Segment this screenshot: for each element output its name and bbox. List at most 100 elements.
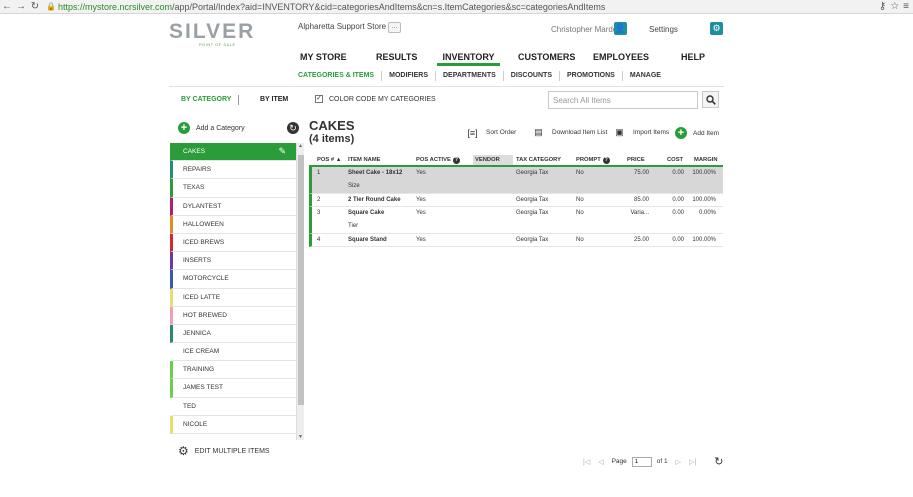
nav-inventory[interactable]: INVENTORY — [437, 50, 500, 66]
category-label: TEXAS — [183, 184, 205, 192]
color-code-option[interactable]: ✓ COLOR CODE MY CATEGORIES — [315, 95, 436, 103]
by-category-toggle[interactable]: BY CATEGORY — [181, 96, 231, 103]
subnav-manage[interactable]: MANAGE — [623, 71, 668, 81]
nav-employees[interactable]: EMPLOYEES — [593, 50, 649, 66]
category-item[interactable]: INSERTS — [170, 252, 296, 271]
color-code-checkbox[interactable]: ✓ — [315, 95, 323, 103]
edit-multiple-items-button[interactable]: ⚙ EDIT MULTIPLE ITEMS — [178, 444, 270, 458]
col-pos-active[interactable]: POS ACTIVE? — [416, 157, 460, 164]
refresh-icon[interactable]: ↻ — [287, 122, 299, 134]
url-path: /app/Portal/Index?aid=INVENTORY&cid=cate… — [172, 1, 606, 12]
cell-price: 75.00 — [633, 170, 649, 176]
nav-customers[interactable]: CUSTOMERS — [518, 50, 575, 66]
cell-tax-category: Georgia Tax — [516, 197, 549, 203]
cell-item-name: Square Stand — [348, 237, 387, 243]
search-input[interactable]: Search All Items — [548, 91, 698, 109]
sort-order-button[interactable]: [≡] Sort Order — [467, 127, 516, 138]
search-button[interactable] — [702, 91, 719, 108]
subnav-categories-items[interactable]: CATEGORIES & ITEMS — [298, 71, 383, 81]
nav-my-store[interactable]: MY STORE — [300, 50, 347, 66]
prev-page-icon[interactable]: ◁ — [598, 458, 603, 466]
logo-text: SILVER — [169, 20, 256, 43]
gear-icon: ⚙ — [178, 444, 189, 458]
scroll-up-icon[interactable]: ▲ — [298, 143, 303, 149]
category-item[interactable]: REPAIRS — [170, 161, 296, 180]
col-margin[interactable]: MARGIN — [694, 157, 718, 163]
nav-results[interactable]: RESULTS — [376, 50, 417, 66]
subnav-promotions[interactable]: PROMOTIONS — [560, 71, 623, 81]
help-icon[interactable]: ? — [452, 157, 460, 164]
cell-tax-category: Georgia Tax — [516, 237, 549, 243]
category-item[interactable]: NICOLE — [170, 415, 296, 434]
divider — [169, 86, 724, 87]
scroll-down-icon[interactable]: ▼ — [298, 434, 303, 440]
subnav-discounts[interactable]: DISCOUNTS — [504, 71, 560, 81]
subnav-modifiers[interactable]: MODIFIERS — [382, 71, 436, 81]
category-label: HALLOWEEN — [183, 220, 224, 228]
cell-pos: 2 — [317, 197, 321, 203]
category-item[interactable]: ICED LATTE — [170, 288, 296, 307]
col-prompt[interactable]: PROMPT? — [576, 157, 610, 164]
category-item[interactable]: JAMES TEST — [170, 379, 296, 398]
col-item-name[interactable]: ITEM NAME — [348, 157, 381, 163]
category-item[interactable]: CAKES ✎ — [170, 143, 296, 162]
category-label: INSERTS — [183, 257, 212, 265]
reload-icon[interactable]: ↻ — [714, 455, 723, 468]
add-category-button[interactable]: + Add a Category — [178, 122, 245, 134]
table-row[interactable]: 22 Tier Round Cake Yes Georgia Tax No 85.00 0… — [309, 194, 723, 207]
user-icon[interactable]: 👤 — [614, 22, 627, 35]
category-item[interactable]: JENNICA — [170, 324, 296, 344]
plus-icon: + — [178, 122, 190, 134]
by-item-toggle[interactable]: BY ITEM — [260, 96, 288, 103]
pencil-icon[interactable]: ✎ — [278, 143, 286, 160]
table-row[interactable]: 3 Square Cake Yes Georgia Tax No Tier Varia...… — [309, 207, 723, 234]
category-label: ICED BREWS — [183, 238, 225, 246]
category-list: CAKES ✎ REPAIRS TEXAS DYLANTEST HALLOWEEN ICED… — [170, 143, 296, 440]
table-row[interactable]: 1 Sheet Cake - 18x12 Yes Georgia Tax No Size 7… — [309, 167, 723, 194]
address-bar[interactable]: https://mystore.ncrsilver.com/app/Portal… — [58, 2, 605, 12]
category-scrollbar[interactable]: ▲ ▼ — [296, 143, 304, 440]
page-input[interactable] — [631, 456, 652, 467]
category-item[interactable]: ICE CREAM — [170, 343, 296, 362]
category-item[interactable]: TED — [170, 397, 296, 416]
category-item[interactable]: TEXAS — [170, 179, 296, 198]
import-items-button[interactable]: ▣ Import Items — [614, 127, 669, 138]
category-item[interactable]: MOTORCYCLE — [170, 270, 296, 289]
key-icon[interactable]: ⚷ — [879, 1, 886, 12]
store-name: Alpharetta Support Store — [298, 22, 387, 31]
category-item[interactable]: ICED BREWS — [170, 233, 296, 253]
user-name[interactable]: Christopher Marden — [551, 25, 622, 34]
download-label: Download Item List — [552, 129, 608, 136]
col-pos[interactable]: POS # ▲ — [317, 157, 341, 163]
category-item[interactable]: HALLOWEEN — [170, 215, 296, 234]
first-page-icon[interactable]: |◁ — [583, 458, 590, 466]
category-item[interactable]: TRAINING — [170, 361, 296, 380]
scroll-thumb[interactable] — [298, 155, 304, 405]
forward-arrow-icon[interactable]: → — [14, 0, 28, 14]
last-page-icon[interactable]: ▷| — [689, 458, 696, 466]
reload-icon[interactable]: ↻ — [28, 0, 42, 14]
back-arrow-icon[interactable]: ← — [0, 0, 14, 14]
category-label: NICOLE — [183, 420, 208, 428]
subnav-departments[interactable]: DEPARTMENTS — [436, 71, 504, 81]
gear-icon[interactable]: ⚙ — [710, 22, 723, 35]
settings-link[interactable]: Settings — [649, 25, 678, 34]
add-item-button[interactable]: + Add Item — [675, 127, 719, 139]
table-row[interactable]: 4 Square Stand Yes Georgia Tax No 25.00 0.00 10… — [309, 234, 723, 247]
col-price[interactable]: PRICE — [627, 157, 645, 163]
cell-item-name: Square Cake — [348, 210, 385, 216]
download-item-list-button[interactable]: ▤ Download Item List — [533, 127, 607, 138]
col-cost[interactable]: COST — [667, 157, 683, 163]
next-page-icon[interactable]: ▷ — [676, 458, 681, 466]
cell-item-name-wrap: Tier — [348, 223, 359, 229]
category-item[interactable]: DYLANTEST — [170, 197, 296, 216]
help-icon[interactable]: ? — [602, 157, 610, 164]
menu-icon[interactable]: ≡ — [903, 1, 909, 12]
col-tax-category[interactable]: TAX CATEGORY — [516, 157, 561, 163]
silver-logo[interactable]: SILVER POINT OF SALE — [169, 20, 256, 50]
category-item[interactable]: HOT BREWED — [170, 306, 296, 325]
nav-help[interactable]: HELP — [681, 50, 705, 66]
col-vendor[interactable]: VENDOR — [473, 155, 513, 165]
store-switch-button[interactable]: ... — [388, 22, 401, 33]
star-icon[interactable]: ☆ — [890, 1, 899, 12]
